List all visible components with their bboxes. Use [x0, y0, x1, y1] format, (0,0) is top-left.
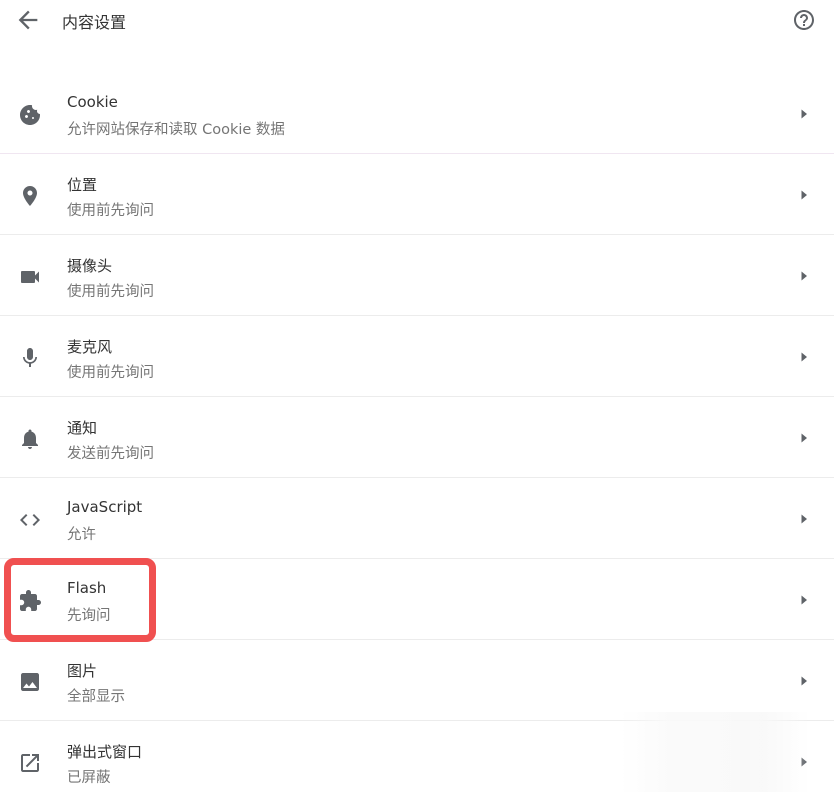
- setting-subtitle: 已屏蔽: [67, 770, 111, 786]
- content-settings-page: 内容设置 Cookie 允许网站保存和读取 Cookie 数据 位置 使用前先询…: [0, 0, 834, 792]
- setting-row-notifications[interactable]: 通知 发送前先询问: [0, 397, 834, 478]
- chevron-right-icon: [797, 512, 811, 526]
- camera-icon: [18, 265, 42, 289]
- setting-title: 麦克风: [67, 338, 113, 356]
- help-button[interactable]: [792, 8, 816, 32]
- setting-title: 位置: [67, 176, 98, 194]
- setting-subtitle: 全部显示: [67, 689, 125, 705]
- bell-icon: [18, 427, 42, 451]
- setting-subtitle: 先询问: [67, 608, 111, 624]
- help-circle-icon: [794, 10, 814, 30]
- code-icon: [18, 508, 42, 532]
- cookie-icon: [18, 103, 42, 127]
- setting-title: 弹出式窗口: [67, 743, 143, 761]
- setting-subtitle: 使用前先询问: [67, 284, 154, 300]
- setting-row-microphone[interactable]: 麦克风 使用前先询问: [0, 316, 834, 397]
- open-in-new-icon: [18, 751, 42, 775]
- setting-title: Cookie: [67, 93, 118, 111]
- setting-subtitle: 使用前先询问: [67, 203, 154, 219]
- chevron-right-icon: [797, 350, 811, 364]
- chevron-right-icon: [797, 755, 811, 769]
- microphone-icon: [18, 346, 42, 370]
- setting-title: JavaScript: [67, 498, 143, 516]
- settings-list: Cookie 允许网站保存和读取 Cookie 数据 位置 使用前先询问 摄像头…: [0, 73, 834, 792]
- setting-subtitle: 发送前先询问: [67, 446, 154, 462]
- setting-title: 摄像头: [67, 257, 113, 275]
- chevron-right-icon: [797, 107, 811, 121]
- location-pin-icon: [18, 184, 42, 208]
- image-icon: [18, 670, 42, 694]
- chevron-right-icon: [797, 593, 811, 607]
- setting-subtitle: 使用前先询问: [67, 365, 154, 381]
- setting-row-javascript[interactable]: JavaScript 允许: [0, 478, 834, 559]
- header: 内容设置: [0, 0, 834, 40]
- setting-row-location[interactable]: 位置 使用前先询问: [0, 154, 834, 235]
- chevron-right-icon: [797, 431, 811, 445]
- page-title: 内容设置: [62, 13, 127, 32]
- setting-row-popups[interactable]: 弹出式窗口 已屏蔽: [0, 721, 834, 792]
- setting-title: 图片: [67, 662, 98, 680]
- setting-row-cookie[interactable]: Cookie 允许网站保存和读取 Cookie 数据: [0, 73, 834, 154]
- setting-title: Flash: [67, 579, 107, 597]
- setting-row-images[interactable]: 图片 全部显示: [0, 640, 834, 721]
- arrow-back-icon: [18, 10, 38, 30]
- setting-title: 通知: [67, 419, 98, 437]
- setting-row-flash[interactable]: Flash 先询问: [0, 559, 834, 640]
- setting-row-camera[interactable]: 摄像头 使用前先询问: [0, 235, 834, 316]
- setting-subtitle: 允许: [67, 527, 96, 543]
- chevron-right-icon: [797, 674, 811, 688]
- puzzle-icon: [18, 589, 42, 613]
- chevron-right-icon: [797, 188, 811, 202]
- setting-subtitle: 允许网站保存和读取 Cookie 数据: [67, 122, 285, 138]
- chevron-right-icon: [797, 269, 811, 283]
- back-button[interactable]: [14, 6, 42, 34]
